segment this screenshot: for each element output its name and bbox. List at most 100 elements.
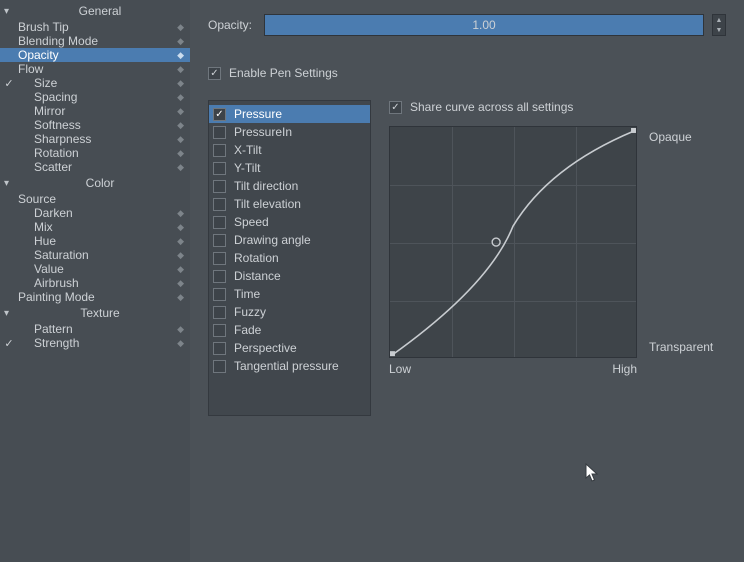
curve-editor[interactable] — [389, 126, 637, 358]
sensor-label: Tilt elevation — [226, 197, 301, 211]
sensor-check-icon — [213, 126, 226, 139]
sensor-check-icon — [213, 306, 226, 319]
settings-sidebar: ▾GeneralBrush Tip◆Blending Mode◆Opacity◆… — [0, 0, 190, 562]
sensor-check-icon — [213, 252, 226, 265]
spin-down-icon[interactable]: ▼ — [713, 25, 725, 35]
sidebar-item[interactable]: ✓Size◆ — [0, 76, 190, 90]
sidebar-item[interactable]: Brush Tip◆ — [0, 20, 190, 34]
sensor-item[interactable]: PressureIn — [209, 123, 370, 141]
sensor-label: Distance — [226, 269, 281, 283]
sidebar-item-label: Size — [16, 76, 174, 90]
sensor-list: ✓PressurePressureInX-TiltY-Tilt Tilt dire… — [208, 100, 371, 416]
sidebar-item-label: Pattern — [16, 322, 174, 336]
sensor-item[interactable]: Rotation — [209, 249, 370, 267]
sidebar-item[interactable]: Source — [0, 192, 190, 206]
sidebar-item[interactable]: Scatter◆ — [0, 160, 190, 174]
lock-icon: ◆ — [174, 92, 184, 103]
lock-icon: ◆ — [174, 50, 184, 61]
lock-icon: ◆ — [174, 208, 184, 219]
sidebar-item[interactable]: Value◆ — [0, 262, 190, 276]
share-curve-checkbox[interactable]: ✓ Share curve across all settings — [389, 100, 726, 114]
lock-icon: ◆ — [174, 338, 184, 349]
sensor-label: Perspective — [226, 341, 297, 355]
sidebar-item[interactable]: Saturation◆ — [0, 248, 190, 262]
sidebar-item-label: Blending Mode — [16, 34, 174, 48]
sensor-check-icon — [213, 180, 226, 193]
lock-icon: ◆ — [174, 134, 184, 145]
sidebar-item[interactable]: Rotation◆ — [0, 146, 190, 160]
sidebar-item-label: Scatter — [16, 160, 174, 174]
sensor-label: Tilt direction — [226, 179, 298, 193]
sidebar-item[interactable]: Airbrush◆ — [0, 276, 190, 290]
collapse-arrow-icon: ▾ — [4, 308, 14, 319]
lock-icon: ◆ — [174, 120, 184, 131]
sensor-item[interactable]: Y-Tilt — [209, 159, 370, 177]
sensor-item[interactable]: X-Tilt — [209, 141, 370, 159]
enable-pen-label: Enable Pen Settings — [229, 66, 338, 80]
sidebar-item-label: Darken — [16, 206, 174, 220]
sidebar-item[interactable]: Sharpness◆ — [0, 132, 190, 146]
sidebar-item-label: Saturation — [16, 248, 174, 262]
sensor-item[interactable]: Distance — [209, 267, 370, 285]
opacity-slider[interactable]: 1.00 — [264, 14, 704, 36]
lock-icon: ◆ — [174, 162, 184, 173]
sensor-label: Rotation — [226, 251, 279, 265]
lock-icon: ◆ — [174, 250, 184, 261]
lock-icon: ◆ — [174, 22, 184, 33]
section-header[interactable]: ▾General — [0, 2, 190, 20]
spin-up-icon[interactable]: ▲ — [713, 15, 725, 25]
sensor-check-icon — [213, 234, 226, 247]
sidebar-item[interactable]: Flow◆ — [0, 62, 190, 76]
sensor-check-icon: ✓ — [213, 108, 226, 121]
sidebar-item[interactable]: Mix◆ — [0, 220, 190, 234]
opacity-spin[interactable]: ▲ ▼ — [712, 14, 726, 36]
opacity-label: Opacity: — [208, 18, 256, 32]
sidebar-item-label: Strength — [16, 336, 174, 350]
sidebar-item[interactable]: Softness◆ — [0, 118, 190, 132]
lock-icon: ◆ — [174, 292, 184, 303]
sensor-item[interactable]: Time — [209, 285, 370, 303]
lock-icon: ◆ — [174, 106, 184, 117]
sidebar-item[interactable]: Spacing◆ — [0, 90, 190, 104]
item-check-icon: ✓ — [2, 77, 16, 90]
sidebar-item[interactable]: Hue◆ — [0, 234, 190, 248]
sidebar-item[interactable]: Blending Mode◆ — [0, 34, 190, 48]
section-header[interactable]: ▾Texture — [0, 304, 190, 322]
sensor-item[interactable]: Tilt direction — [209, 177, 370, 195]
sidebar-item-label: Sharpness — [16, 132, 174, 146]
sidebar-item-label: Flow — [16, 62, 174, 76]
lock-icon: ◆ — [174, 324, 184, 335]
sensor-check-icon — [213, 162, 226, 175]
sensor-label: Time — [226, 287, 260, 301]
sidebar-item[interactable]: Opacity◆ — [0, 48, 190, 62]
enable-pen-checkbox[interactable]: ✓ Enable Pen Settings — [208, 66, 726, 80]
sidebar-item-label: Source — [16, 192, 174, 206]
curve-handle-icon — [631, 128, 636, 133]
sidebar-item[interactable]: Painting Mode◆ — [0, 290, 190, 304]
sidebar-item[interactable]: Darken◆ — [0, 206, 190, 220]
sensor-item[interactable]: Fuzzy — [209, 303, 370, 321]
sensor-item[interactable]: Drawing angle — [209, 231, 370, 249]
sensor-check-icon — [213, 270, 226, 283]
sidebar-item[interactable]: Pattern◆ — [0, 322, 190, 336]
sensor-item[interactable]: Fade — [209, 321, 370, 339]
sidebar-item[interactable]: Mirror◆ — [0, 104, 190, 118]
sensor-check-icon — [213, 198, 226, 211]
curve-x-low: Low — [389, 362, 411, 376]
sensor-item[interactable]: Tangential pressure — [209, 357, 370, 375]
sidebar-item-label: Painting Mode — [16, 290, 174, 304]
sidebar-item[interactable]: ✓Strength◆ — [0, 336, 190, 350]
curve-handle-icon — [390, 351, 395, 356]
sensor-check-icon — [213, 342, 226, 355]
sidebar-item-label: Softness — [16, 118, 174, 132]
lock-icon: ◆ — [174, 278, 184, 289]
sensor-check-icon — [213, 288, 226, 301]
sensor-item[interactable]: Perspective — [209, 339, 370, 357]
lock-icon: ◆ — [174, 148, 184, 159]
collapse-arrow-icon: ▾ — [4, 178, 14, 189]
sensor-item[interactable]: Speed — [209, 213, 370, 231]
sensor-item[interactable]: ✓Pressure — [209, 105, 370, 123]
sensor-item[interactable]: Tilt elevation — [209, 195, 370, 213]
sidebar-item-label: Mirror — [16, 104, 174, 118]
section-header[interactable]: ▾Color — [0, 174, 190, 192]
